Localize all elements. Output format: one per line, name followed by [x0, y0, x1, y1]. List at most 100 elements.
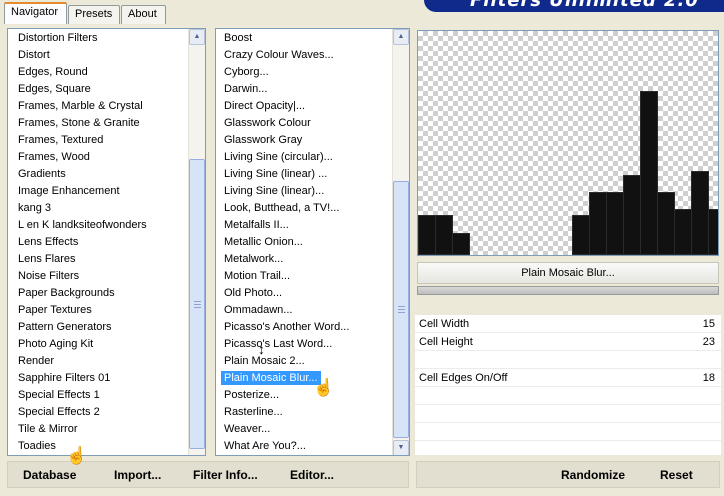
filter-item-label: Direct Opacity|...: [224, 100, 306, 112]
category-item[interactable]: Distortion Filters: [8, 30, 188, 47]
reset-button[interactable]: Reset: [660, 468, 693, 482]
filter-info-button[interactable]: Filter Info...: [193, 468, 258, 482]
filter-item-label: Metallic Onion...: [224, 236, 303, 248]
filter-item[interactable]: Plain Mosaic Blur...: [216, 370, 392, 387]
category-item[interactable]: Lens Flares: [8, 251, 188, 268]
editor-button[interactable]: Editor...: [290, 468, 334, 482]
category-item[interactable]: Distort: [8, 47, 188, 64]
database-button[interactable]: Database: [23, 468, 76, 482]
filter-item[interactable]: Living Sine (circular)...: [216, 149, 392, 166]
category-item[interactable]: kang 3: [8, 200, 188, 217]
filter-item[interactable]: Weaver...: [216, 421, 392, 438]
filter-item[interactable]: Plain Mosaic 2...: [216, 353, 392, 370]
category-item[interactable]: Edges, Round: [8, 64, 188, 81]
category-item[interactable]: Image Enhancement: [8, 183, 188, 200]
filter-item-label: Boost: [224, 32, 253, 44]
category-item[interactable]: Lens Effects: [8, 234, 188, 251]
scroll-up-icon[interactable]: ▲: [393, 29, 409, 45]
filter-item[interactable]: Living Sine (linear)...: [216, 183, 392, 200]
param-cell-width[interactable]: Cell Width 15: [415, 315, 721, 333]
filter-item-label: Posterize...: [224, 389, 280, 401]
filter-scroll-thumb[interactable]: [393, 181, 409, 438]
param-cell-edges[interactable]: Cell Edges On/Off 18: [415, 369, 721, 387]
filter-item[interactable]: Glasswork Gray: [216, 132, 392, 149]
category-item[interactable]: L en K landksiteofwonders: [8, 217, 188, 234]
param-cell-height[interactable]: Cell Height 23: [415, 333, 721, 351]
category-item[interactable]: Special Effects 1: [8, 387, 188, 404]
filter-item[interactable]: Look, Butthead, a TV!...: [216, 200, 392, 217]
parameter-list: Cell Width 15 Cell Height 23 Cell Edges …: [415, 315, 721, 455]
tab-about[interactable]: About: [121, 5, 166, 24]
filter-item-label: Picasso's Last Word...: [224, 338, 333, 350]
category-item[interactable]: Tile & Mirror: [8, 421, 188, 438]
filter-item[interactable]: Crazy Colour Waves...: [216, 47, 392, 64]
preview-block: [606, 192, 624, 255]
category-item[interactable]: Noise Filters: [8, 268, 188, 285]
grip-icon: [398, 306, 405, 313]
category-item[interactable]: Special Effects 2: [8, 404, 188, 421]
filter-item[interactable]: Picasso's Last Word...: [216, 336, 392, 353]
filter-item-label: Living Sine (circular)...: [224, 151, 333, 163]
import-button[interactable]: Import...: [114, 468, 161, 482]
filter-item-label: Rasterline...: [224, 406, 283, 418]
category-item[interactable]: Render: [8, 353, 188, 370]
filter-item[interactable]: Cyborg...: [216, 64, 392, 81]
category-item[interactable]: Frames, Wood: [8, 149, 188, 166]
filter-item[interactable]: Posterize...: [216, 387, 392, 404]
scroll-down-icon[interactable]: ▼: [393, 440, 409, 455]
hand-pointer-icon: ☝: [66, 446, 88, 465]
filter-scrollbar[interactable]: ▲ ▼: [392, 29, 409, 455]
filter-item-label: Cyborg...: [224, 66, 269, 78]
filter-item-label: Living Sine (linear) ...: [224, 168, 328, 180]
tab-presets[interactable]: Presets: [68, 5, 120, 24]
progress-bar: [417, 286, 719, 295]
filter-item[interactable]: Metallic Onion...: [216, 234, 392, 251]
randomize-button[interactable]: Randomize: [561, 468, 625, 482]
filter-item[interactable]: Metalwork...: [216, 251, 392, 268]
divider: [415, 404, 721, 405]
vertical-resize-icon: ↕: [258, 341, 265, 357]
filter-item-label: Picasso's Another Word...: [224, 321, 350, 333]
filter-item[interactable]: What Are You?...: [216, 438, 392, 455]
filter-item[interactable]: Direct Opacity|...: [216, 98, 392, 115]
category-item[interactable]: Pattern Generators: [8, 319, 188, 336]
category-scrollbar[interactable]: ▲: [188, 29, 205, 455]
category-scroll-thumb[interactable]: [189, 159, 205, 449]
category-item[interactable]: Frames, Stone & Granite: [8, 115, 188, 132]
category-item[interactable]: Frames, Textured: [8, 132, 188, 149]
category-item[interactable]: Photo Aging Kit: [8, 336, 188, 353]
category-item[interactable]: Edges, Square: [8, 81, 188, 98]
param-label: Cell Edges On/Off: [419, 372, 508, 384]
filter-item-label: Darwin...: [224, 83, 268, 95]
filter-item[interactable]: Picasso's Another Word...: [216, 319, 392, 336]
category-list: Distortion Filters Distort Edges, Round Edg…: [8, 29, 188, 455]
category-item[interactable]: Paper Textures: [8, 302, 188, 319]
filter-item[interactable]: Old Photo...: [216, 285, 392, 302]
preview-block: [708, 209, 718, 255]
category-list-panel: Distortion Filters Distort Edges, Round Edg…: [7, 28, 206, 456]
preview-block: [418, 215, 436, 255]
category-item[interactable]: Frames, Marble & Crystal: [8, 98, 188, 115]
filter-item[interactable]: Glasswork Colour: [216, 115, 392, 132]
category-item[interactable]: Paper Backgrounds: [8, 285, 188, 302]
tab-navigator[interactable]: Navigator: [4, 2, 67, 24]
filter-item[interactable]: Darwin...: [216, 81, 392, 98]
param-value: 23: [702, 336, 715, 348]
category-item[interactable]: Sapphire Filters 01: [8, 370, 188, 387]
param-value: 18: [702, 372, 715, 384]
filter-item[interactable]: Living Sine (linear) ...: [216, 166, 392, 183]
filter-name-button[interactable]: Plain Mosaic Blur...: [417, 262, 719, 284]
scroll-up-icon[interactable]: ▲: [189, 29, 205, 45]
filter-item[interactable]: Ommadawn...: [216, 302, 392, 319]
preview-block: [452, 233, 470, 255]
filter-item-label: Old Photo...: [224, 287, 283, 299]
filter-item[interactable]: Boost: [216, 30, 392, 47]
filter-item[interactable]: Metalfalls II...: [216, 217, 392, 234]
filter-item[interactable]: Rasterline...: [216, 404, 392, 421]
filter-item[interactable]: Motion Trail...: [216, 268, 392, 285]
preview-block: [640, 91, 658, 255]
app-banner: Filters Unlimited 2.0: [424, 0, 724, 12]
preview-block: [657, 192, 675, 255]
category-item[interactable]: Toadies: [8, 438, 188, 455]
category-item[interactable]: Gradients: [8, 166, 188, 183]
